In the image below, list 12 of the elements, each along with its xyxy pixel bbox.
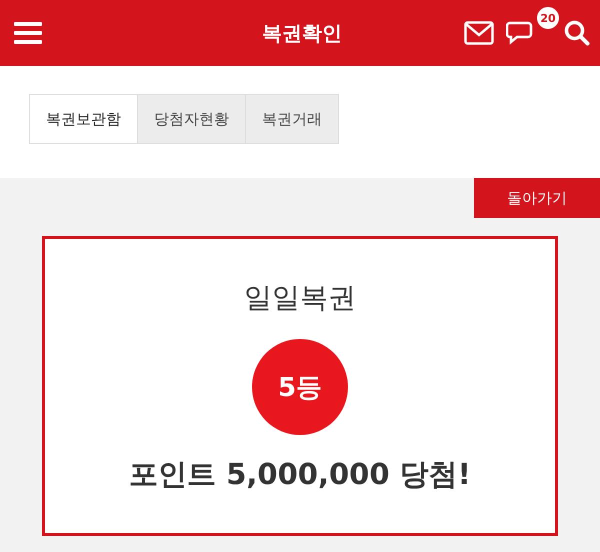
tab[interactable]: 당첨자현황 (137, 94, 246, 144)
back-button[interactable]: 돌아가기 (474, 178, 600, 218)
tab[interactable]: 복권보관함 (29, 94, 138, 144)
notification-badge: 20 (536, 6, 560, 30)
page-title: 복권확인 (262, 20, 342, 46)
tab[interactable]: 복권거래 (245, 94, 339, 144)
rank-badge: 5등 (252, 339, 348, 435)
search-icon[interactable] (564, 20, 590, 46)
prize-message: 포인트 5,000,000 당첨! (129, 456, 471, 493)
menu-icon[interactable] (14, 21, 42, 45)
lottery-title: 일일복권 (244, 280, 356, 316)
mail-icon[interactable] (464, 21, 494, 45)
